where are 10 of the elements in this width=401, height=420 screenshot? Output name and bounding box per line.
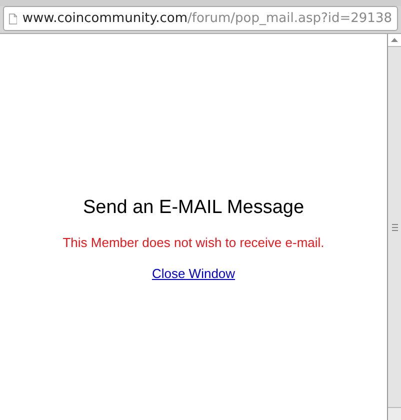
close-window-link[interactable]: Close Window (152, 264, 236, 284)
url-text: www.coincommunity.com/forum/pop_mail.asp?id=29138 (22, 10, 392, 28)
up-arrow-icon (391, 38, 398, 42)
scrollbar[interactable] (387, 34, 401, 420)
page-heading: Send an E-MAIL Message (82, 196, 304, 220)
grip-icon (392, 224, 398, 230)
page-icon (9, 12, 18, 26)
address-bar[interactable]: www.coincommunity.com/forum/pop_mail.asp?id=29138 (3, 6, 398, 31)
scrollbar-end-button[interactable] (388, 407, 401, 420)
notice-text: This Member does not wish to receive e-mail. (62, 234, 324, 252)
